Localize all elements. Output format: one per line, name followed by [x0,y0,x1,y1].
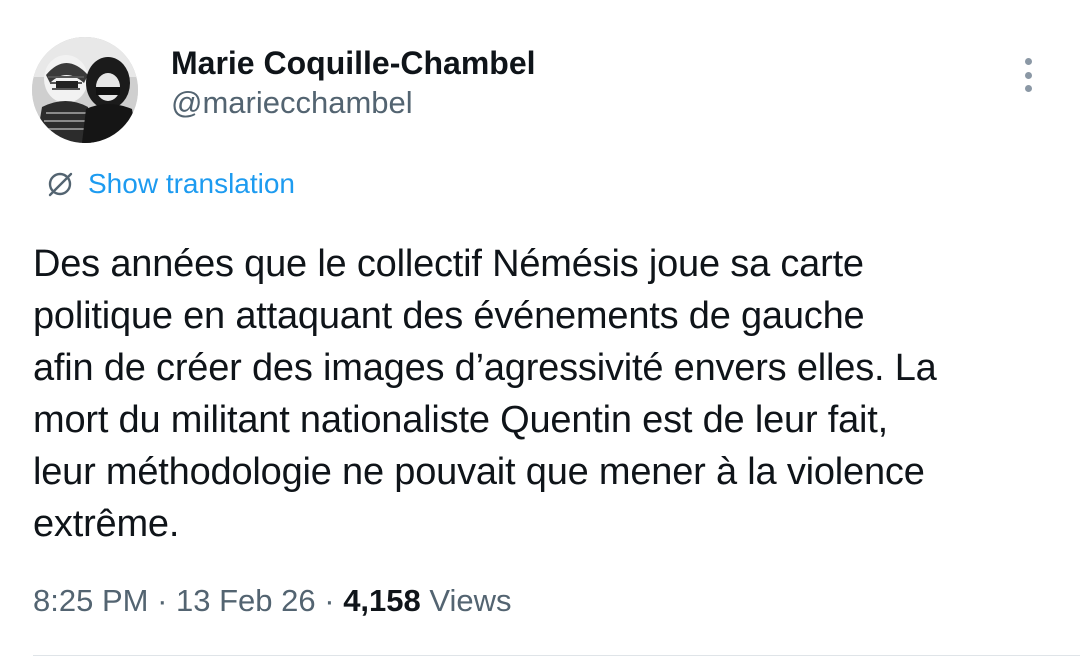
more-vertical-icon [1024,58,1032,65]
show-translation-button[interactable]: Show translation [44,164,295,204]
tweet-text-line: politique en attaquant des événements de… [33,295,865,337]
tweet-text-line: Des années que le collectif Némésis joue… [33,243,864,285]
views-label: Views [420,583,512,618]
tweet-meta: 8:25 PM · 13 Feb 26 · 4,158 Views [33,581,512,621]
tweet-date[interactable]: 13 Feb 26 [176,583,316,618]
author-display-name[interactable]: Marie Coquille-Chambel [171,44,536,82]
show-translation-label: Show translation [88,168,296,199]
tweet-time[interactable]: 8:25 PM [33,583,148,618]
meta-separator: · [315,583,344,618]
meta-separator: · [148,583,177,618]
divider [33,655,1080,656]
tweet-text-line: mort du militant nationaliste Quentin es… [33,399,889,441]
tweet-text-line: afin de créer des images d’agressivité e… [33,347,937,389]
more-options-button[interactable] [1010,52,1046,98]
tweet-text-line: leur méthodologie ne pouvait que mener à… [33,451,925,493]
avatar-photo-icon [32,37,138,143]
tweet-text-line: extrême. [33,503,180,545]
tweet-text: Des années que le collectif Némésis joue… [33,238,1053,550]
avatar[interactable] [32,37,138,143]
views-count: 4,158 [343,583,421,618]
author-handle[interactable]: @mariecchambel [171,85,413,121]
translate-globe-icon [48,172,73,197]
tweet-card: Marie Coquille-Chambel @mariecchambel Sh… [0,0,1080,665]
